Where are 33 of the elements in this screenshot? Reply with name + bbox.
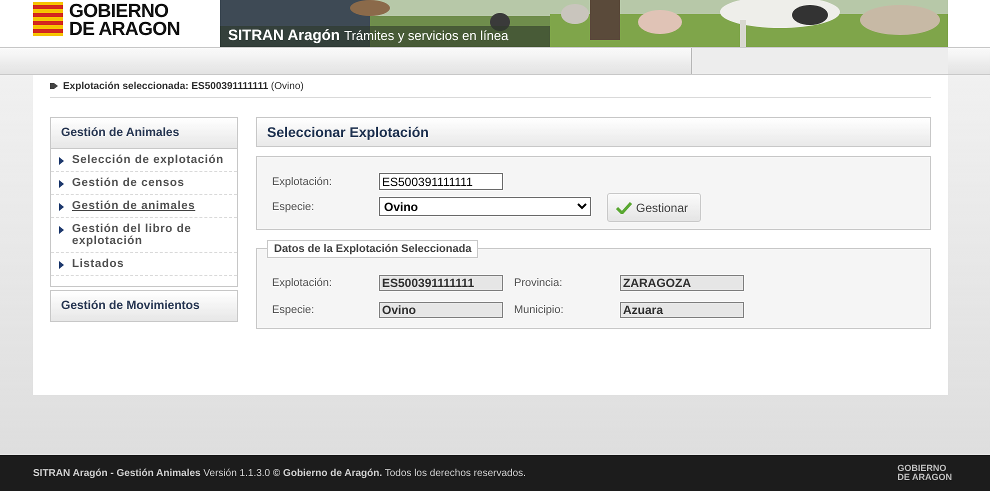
field-label: Explotación:	[272, 277, 333, 289]
species-dropdown[interactable]: Ovino	[379, 197, 591, 216]
panel-title: Seleccionar Explotación	[256, 117, 931, 147]
readonly-field: ZARAGOZA	[620, 275, 744, 291]
section-legend: Datos de la Explotación Seleccionada	[267, 240, 478, 258]
field-label: Municipio:	[514, 304, 565, 316]
triangle-icon	[59, 226, 64, 234]
readonly-field: Azuara	[620, 302, 744, 318]
sidebar-item[interactable]: Selección de explotación	[72, 154, 224, 166]
footer-logo: GOBIERNO DE ARAGON	[897, 464, 952, 482]
field-label: Provincia:	[514, 277, 564, 289]
field-label: Explotación:	[272, 176, 333, 188]
triangle-icon	[59, 203, 64, 211]
footer-text: SITRAN Aragón - Gestión Animales Versión 1.1.3.0 © Gobierno de Aragón. Todos los derechos reservados.	[33, 468, 526, 478]
check-icon	[616, 202, 632, 214]
readonly-field: Ovino	[379, 302, 503, 318]
logo-text: GOBIERNO DE ARAGON	[69, 3, 180, 39]
sidebar-item[interactable]: Gestión de censos	[72, 177, 184, 189]
triangle-icon	[59, 261, 64, 269]
breadcrumb-text: Explotación seleccionada: ES500391111111 (Ovino)	[63, 80, 304, 92]
input-field[interactable]: ES500391111111	[379, 173, 503, 190]
sidebar-item[interactable]: Gestión de animales	[72, 200, 196, 212]
field-label: Especie:	[272, 200, 316, 212]
banner-title: SITRAN Aragón Trámites y servicios en línea	[228, 27, 508, 44]
arrow-icon	[50, 82, 58, 90]
sidebar-item[interactable]: Gestión del libro de explotación	[72, 223, 229, 247]
triangle-icon	[59, 180, 64, 188]
triangle-icon	[59, 157, 64, 165]
flag-icon	[33, 2, 63, 36]
sidebar-item[interactable]: Listados	[72, 258, 124, 270]
readonly-field: ES500391111111	[379, 275, 503, 291]
field-label: Especie:	[272, 304, 316, 316]
manage-button[interactable]: Gestionar	[607, 193, 702, 222]
